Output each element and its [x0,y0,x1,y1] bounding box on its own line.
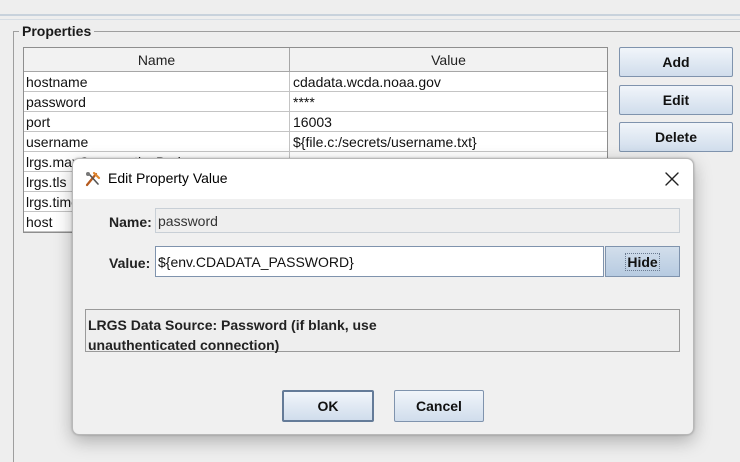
dialog-title: Edit Property Value [108,170,228,186]
table-row[interactable]: hostname cdadata.wcda.noaa.gov [24,72,607,92]
close-icon[interactable] [661,168,683,190]
name-label: Name: [109,214,152,230]
edit-property-dialog: Edit Property Value Name: password Value… [72,158,694,435]
top-separator-secondary [0,19,740,20]
ok-button[interactable]: OK [282,390,374,422]
name-field: password [155,208,680,233]
hide-button[interactable]: Hide [605,246,680,277]
column-header-name[interactable]: Name [24,48,290,71]
row-name-cell[interactable]: port [24,112,290,131]
add-button[interactable]: Add [619,47,733,77]
dialog-titlebar[interactable]: Edit Property Value [73,159,693,199]
row-value-cell[interactable]: cdadata.wcda.noaa.gov [290,72,607,91]
description-line-2: unauthenticated connection) [88,337,280,353]
row-value-cell[interactable]: ${file.c:/secrets/username.txt} [290,132,607,151]
delete-button[interactable]: Delete [619,122,733,152]
edit-button[interactable]: Edit [619,85,733,115]
row-value-cell[interactable]: **** [290,92,607,111]
property-description: LRGS Data Source: Password (if blank, us… [85,309,680,353]
hide-button-label: Hide [625,252,660,271]
value-label: Value: [109,255,151,271]
cancel-button[interactable]: Cancel [394,390,484,422]
table-row[interactable]: port 16003 [24,112,607,132]
top-separator [0,14,740,16]
table-row[interactable]: username ${file.c:/secrets/username.txt} [24,132,607,152]
table-row[interactable]: password **** [24,92,607,112]
row-name-cell[interactable]: password [24,92,290,111]
row-value-cell[interactable]: 16003 [290,112,607,131]
java-app-icon [85,171,101,187]
properties-group-title: Properties [19,23,95,39]
row-name-cell[interactable]: hostname [24,72,290,91]
table-header: Name Value [24,48,607,72]
row-name-cell[interactable]: username [24,132,290,151]
value-input[interactable] [155,246,604,277]
column-header-value[interactable]: Value [290,48,607,71]
description-line-1: LRGS Data Source: Password (if blank, us… [88,317,377,333]
